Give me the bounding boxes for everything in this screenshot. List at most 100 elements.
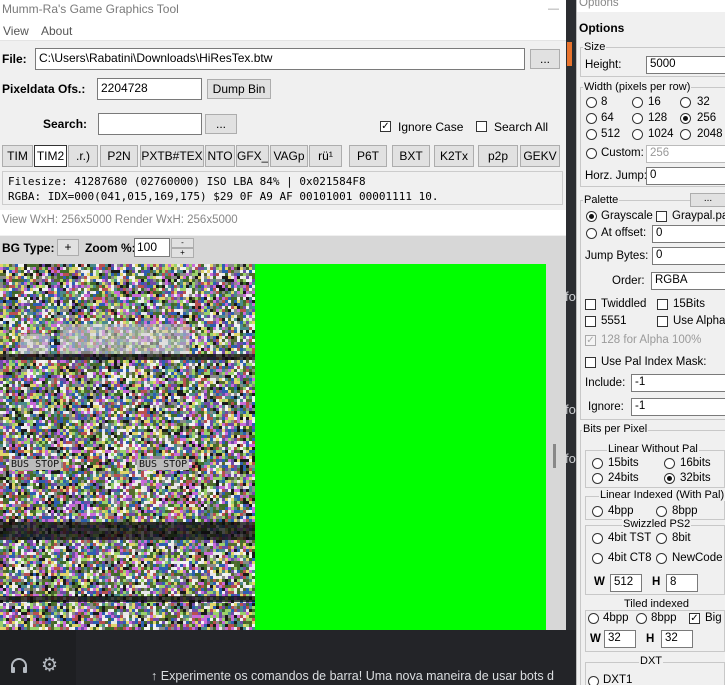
tiled-radio[interactable] [636, 613, 647, 624]
arrow-up-icon: ↑ [151, 669, 158, 683]
use-alpha-checkbox[interactable] [657, 316, 668, 327]
height-input[interactable]: 5000 [646, 56, 725, 74]
jump-bytes-input[interactable]: 0 [652, 247, 725, 265]
dump-bin-button[interactable]: Dump Bin [207, 79, 271, 99]
tiled-w-label: W [590, 633, 601, 645]
title-bar: Mumm-Ra's Game Graphics Tool — [0, 0, 566, 21]
alpha-100-checkbox[interactable]: ✓ [585, 335, 596, 346]
bg-type-button[interactable]: + [57, 239, 79, 256]
width-radio-selected[interactable] [680, 113, 691, 124]
swizzled-radio[interactable] [656, 553, 667, 564]
format-button[interactable]: P6T [349, 145, 387, 167]
linear-indexed-label: 8bpp [672, 505, 698, 517]
minimize-icon[interactable]: — [548, 3, 559, 15]
width-radio[interactable] [680, 129, 691, 140]
bpp-radio[interactable] [592, 458, 603, 469]
format-button[interactable]: PXTB#TEX [140, 145, 204, 167]
custom-width-radio[interactable] [586, 148, 597, 159]
width-radio[interactable] [680, 97, 691, 108]
menu-about[interactable]: About [41, 24, 72, 38]
5551-checkbox[interactable] [585, 316, 596, 327]
bpp-radio[interactable] [592, 473, 603, 484]
zoom-up-button[interactable]: - [171, 238, 194, 248]
view-dimensions: View WxH: 256x5000 Render WxH: 256x5000 [2, 214, 238, 226]
graypal-label: Graypal.pal [672, 210, 725, 222]
grayscale-radio[interactable] [586, 211, 597, 222]
zoom-input[interactable]: 100 [134, 238, 170, 257]
ignore-case-checkbox[interactable]: ✓ [380, 121, 391, 132]
file-path-input[interactable]: C:\Users\Rabatini\Downloads\HiResTex.btw [35, 48, 525, 70]
format-button[interactable]: GFX_ [236, 145, 269, 167]
width-radio[interactable] [586, 113, 597, 124]
horz-jump-input[interactable]: 0 [646, 167, 725, 185]
bpp-radio-selected[interactable] [664, 473, 675, 484]
at-offset-label: At offset: [601, 227, 647, 239]
format-button[interactable]: K2Tx [434, 145, 474, 167]
browse-button[interactable]: ... [530, 49, 560, 69]
use-pal-mask-label: Use Pal Index Mask: [601, 356, 707, 368]
options-window-title: Options [579, 0, 619, 9]
width-radio[interactable] [632, 97, 643, 108]
bg-type-label: BG Type: [2, 241, 55, 255]
twiddled-checkbox[interactable] [585, 299, 596, 310]
swizzled-radio[interactable] [656, 533, 667, 544]
tiled-h-input[interactable]: 32 [661, 630, 693, 648]
bpp-radio[interactable] [664, 458, 675, 469]
format-button[interactable]: rü¹ [309, 145, 342, 167]
search-button[interactable]: ... [205, 114, 237, 134]
format-button[interactable]: GEKV [520, 145, 560, 167]
format-button-row: TIM TIM2 .r.) P2N PXTB#TEX NTO GFX_ VAGp… [2, 145, 564, 167]
graypal-checkbox[interactable] [656, 211, 667, 222]
format-button[interactable]: NTO [205, 145, 235, 167]
custom-width-input[interactable]: 256 [646, 145, 725, 163]
tiled-big-checkbox[interactable]: ✓ [689, 613, 700, 624]
tiled-radio[interactable] [588, 613, 599, 624]
ignore-case-label: Ignore Case [398, 120, 464, 134]
dxt1-radio[interactable] [588, 676, 599, 685]
format-button[interactable]: TIM2 [34, 145, 67, 167]
gear-icon[interactable]: ⚙ [41, 654, 58, 677]
swizzled-h-input[interactable]: 8 [666, 574, 698, 592]
view-header: View WxH: 256x5000 Render WxH: 256x5000 [0, 210, 566, 235]
swizzled-w-input[interactable]: 512 [610, 574, 642, 592]
pixeldata-offset-input[interactable]: 2204728 [97, 78, 202, 100]
width-radio[interactable] [586, 129, 597, 140]
menu-view[interactable]: View [3, 24, 29, 38]
order-input[interactable]: RGBA [651, 272, 725, 290]
format-button[interactable]: P2N [100, 145, 138, 167]
bpp-label: 32bits [680, 472, 711, 484]
width-option-label: 128 [648, 112, 668, 124]
width-radio[interactable] [586, 97, 597, 108]
search-input[interactable] [98, 113, 202, 135]
headset-icon[interactable] [9, 656, 29, 681]
linear-indexed-radio[interactable] [656, 506, 667, 517]
swizzled-radio[interactable] [592, 533, 603, 544]
format-button[interactable]: TIM [2, 145, 33, 167]
width-radio[interactable] [632, 113, 643, 124]
tip-text: Experimente os comandos de barra! Uma no… [160, 669, 554, 683]
5551-label: 5551 [601, 315, 627, 327]
jump-bytes-label: Jump Bytes: [585, 250, 649, 262]
format-button[interactable]: VAGp [270, 145, 308, 167]
swizzled-label: 4bit TST [608, 532, 652, 544]
format-button[interactable]: BXT [392, 145, 430, 167]
include-input[interactable]: -1 [631, 374, 725, 392]
use-pal-mask-checkbox[interactable] [585, 357, 596, 368]
linear-indexed-radio[interactable] [592, 506, 603, 517]
vertical-scrollbar-thumb[interactable] [553, 444, 556, 468]
palette-browse-button[interactable]: ... [690, 193, 725, 207]
texture-preview[interactable]: BUS STOP BUS STOP [0, 264, 255, 630]
dxt-title: DXT [639, 655, 663, 667]
ignore-input[interactable]: -1 [631, 398, 725, 416]
at-offset-radio[interactable] [586, 228, 597, 239]
zoom-down-button[interactable]: + [171, 248, 194, 258]
format-button[interactable]: .r.) [68, 145, 98, 167]
format-button[interactable]: p2p [478, 145, 518, 167]
at-offset-input[interactable]: 0 [652, 225, 725, 243]
width-radio[interactable] [632, 129, 643, 140]
swizzled-radio[interactable] [592, 553, 603, 564]
15bits-checkbox[interactable] [657, 299, 668, 310]
tiled-w-input[interactable]: 32 [604, 630, 636, 648]
search-all-checkbox[interactable] [476, 121, 487, 132]
swizzled-w-label: W [594, 576, 605, 588]
